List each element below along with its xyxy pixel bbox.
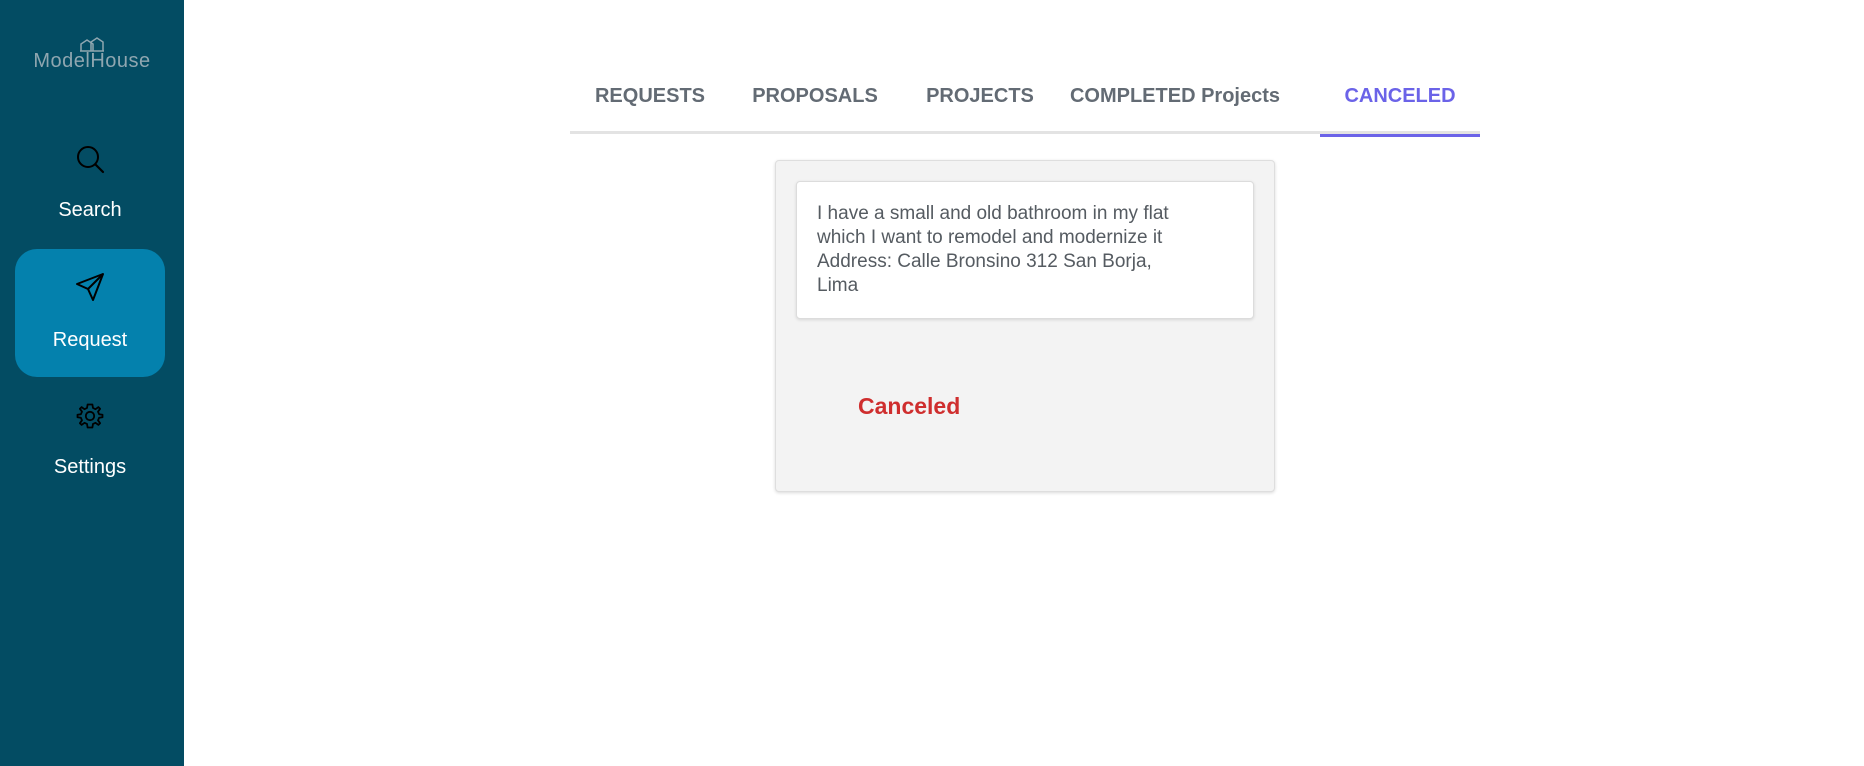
tab-completed-projects[interactable]: COMPLETED Projects (1060, 78, 1290, 134)
send-icon (76, 273, 104, 301)
sidebar-item-label: Search (58, 199, 122, 221)
request-card: I have a small and old bathroom in my fl… (775, 160, 1275, 492)
tab-bar: REQUESTS PROPOSALS PROJECTS COMPLETED Pr… (570, 78, 1480, 137)
status-label: Canceled (858, 393, 961, 419)
tab-proposals[interactable]: PROPOSALS (730, 78, 900, 134)
sidebar-item-search[interactable]: Search (15, 121, 165, 249)
description-line: which I want to remodel and modernize it (817, 227, 1163, 248)
request-description: I have a small and old bathroom in my fl… (796, 181, 1254, 319)
sidebar-item-label: Settings (53, 456, 127, 478)
description-line: Address: Calle Bronsino 312 San Borja, (817, 251, 1152, 272)
sidebar: ModelHouse Search Request Settings (0, 0, 184, 766)
description-line: I have a small and old bathroom in my fl… (817, 203, 1169, 224)
logo[interactable]: ModelHouse (0, 36, 184, 73)
description-line: Lima (817, 275, 859, 296)
app-root: ModelHouse Search Request Settings REQUE… (0, 0, 1864, 766)
sidebar-item-label: Request (52, 329, 128, 351)
gear-icon (76, 403, 104, 429)
search-icon (77, 146, 105, 174)
tab-canceled[interactable]: CANCELED (1320, 78, 1480, 137)
tab-requests[interactable]: REQUESTS (570, 78, 730, 134)
tab-projects[interactable]: PROJECTS (900, 78, 1060, 134)
sidebar-item-settings[interactable]: Settings (15, 378, 165, 506)
sidebar-item-request[interactable]: Request (15, 249, 165, 377)
logo-text: ModelHouse (33, 50, 151, 72)
